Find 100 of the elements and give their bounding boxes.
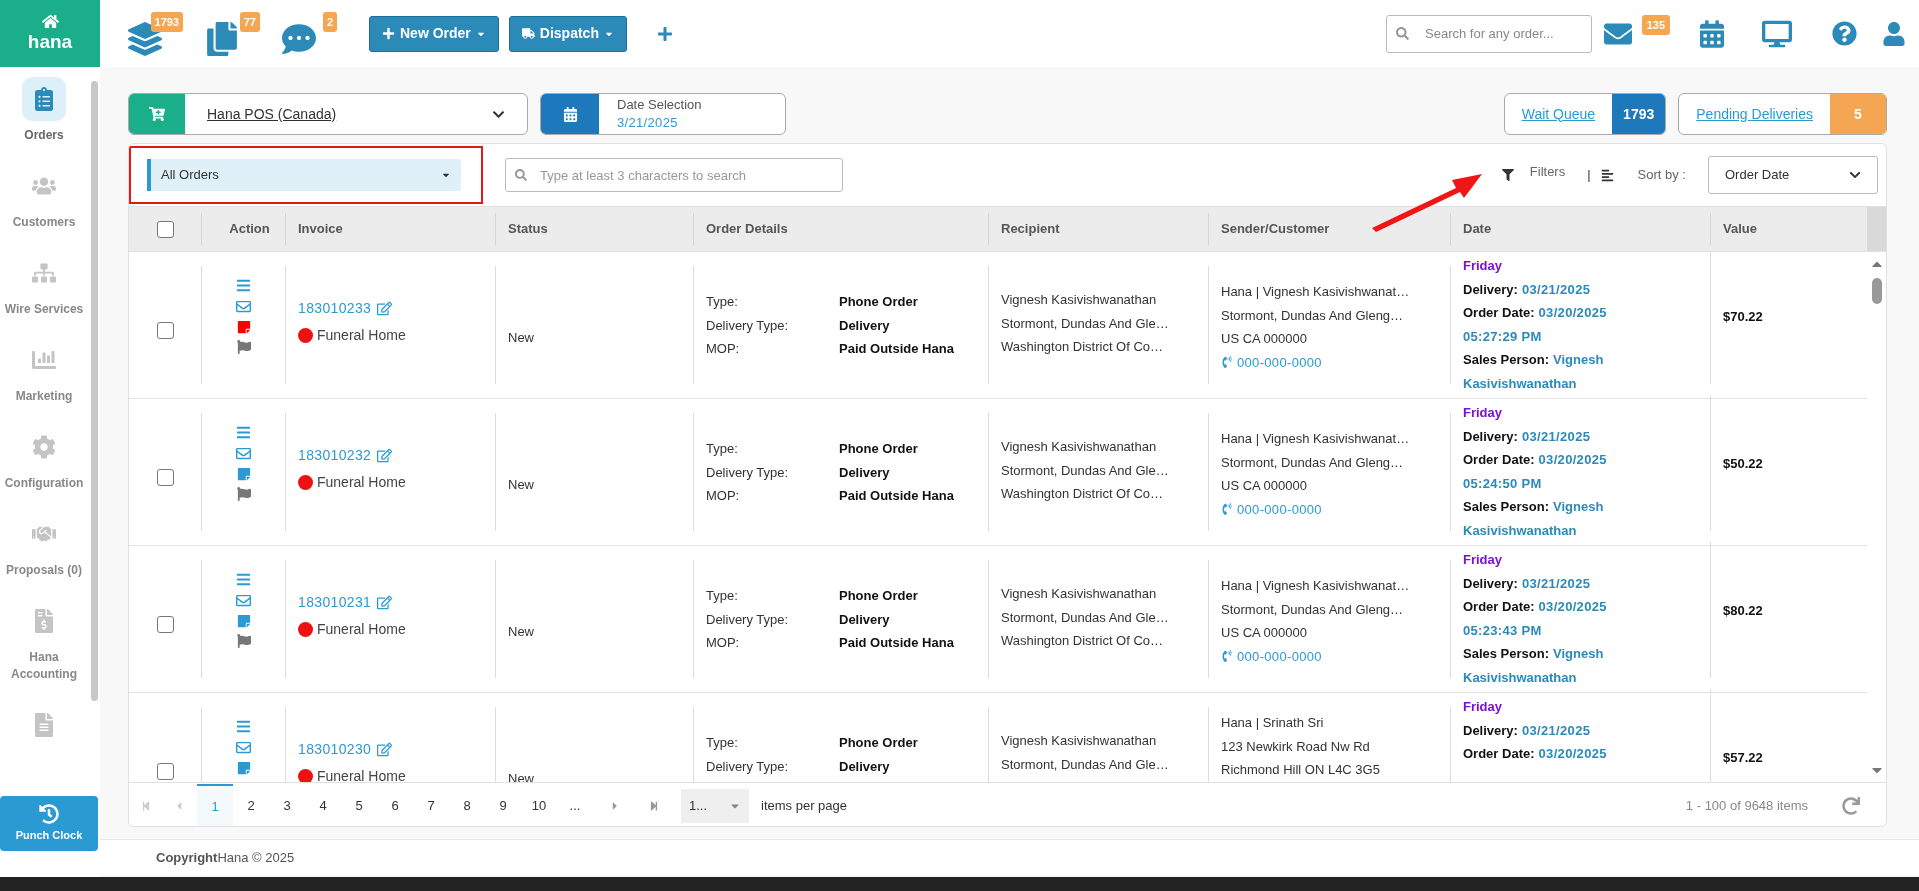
checkbox[interactable]	[156, 469, 174, 486]
column-header[interactable]: Order Details	[706, 219, 788, 239]
add-icon[interactable]	[656, 25, 673, 42]
mail-icon[interactable]	[236, 593, 251, 608]
checkbox[interactable]	[156, 322, 174, 339]
menu-icon[interactable]	[236, 425, 251, 440]
date-selector[interactable]: Date Selection 3/21/2025	[540, 93, 786, 135]
column-header[interactable]: Value	[1723, 219, 1757, 239]
scrollbar[interactable]	[91, 81, 98, 701]
flag-icon[interactable]	[236, 340, 251, 354]
chevron-icon	[1849, 169, 1861, 181]
detail-value: Phone Order	[839, 440, 918, 458]
pending-deliveries-button[interactable]: Pending Deliveries 5	[1678, 93, 1887, 135]
filter-icon[interactable]	[1501, 169, 1514, 181]
checkbox[interactable]	[156, 616, 174, 633]
user-icon[interactable]	[1883, 21, 1905, 46]
delivery-date: 03/21/2025	[1521, 721, 1591, 740]
page-button[interactable]: 4	[305, 783, 341, 826]
menu-icon[interactable]	[236, 278, 251, 293]
sender-text: US CA 000000	[1221, 624, 1308, 642]
note-icon[interactable]	[236, 320, 251, 334]
phone-link[interactable]: 000-000-0000	[1237, 499, 1322, 519]
detail-value: Phone Order	[839, 293, 918, 311]
detail-label: MOP:	[706, 487, 741, 505]
documents-icon[interactable]	[205, 21, 239, 56]
filters-label[interactable]: Filters	[1529, 162, 1566, 182]
calendar-icon[interactable]	[1700, 19, 1724, 48]
order-filter-dropdown[interactable]: All Orders	[147, 159, 461, 191]
invoice-link[interactable]: 183010231	[298, 592, 372, 613]
page-size-dropdown[interactable]: 1...	[681, 788, 749, 823]
sales-person: Vignesh	[1553, 645, 1604, 663]
column-header[interactable]: Status	[508, 219, 548, 239]
page-button[interactable]: 5	[341, 783, 377, 826]
sort-icon[interactable]	[1600, 168, 1614, 182]
invoice-link[interactable]: 183010233	[298, 298, 372, 319]
wait-queue-button[interactable]: Wait Queue 1793	[1503, 93, 1667, 135]
sort-dropdown[interactable]: Order Date	[1708, 156, 1878, 194]
plus-icon	[382, 27, 395, 40]
edit-icon[interactable]	[377, 595, 393, 610]
mail-icon[interactable]	[236, 299, 251, 314]
help-icon[interactable]	[1832, 21, 1857, 46]
first-page-icon[interactable]	[141, 800, 151, 811]
column-header[interactable]: Recipient	[1001, 219, 1060, 239]
monitor-icon[interactable]	[1762, 19, 1792, 48]
edit-icon[interactable]	[377, 742, 393, 757]
flag-icon[interactable]	[236, 487, 251, 501]
page-button[interactable]: 8	[449, 783, 485, 826]
sidebar-item[interactable]: Marketing	[1, 338, 87, 405]
toolbar-button[interactable]: New Order	[369, 15, 499, 52]
sidebar-item[interactable]: Wire Services	[1, 251, 87, 318]
scroll-thumb[interactable]	[1871, 278, 1882, 304]
note-icon[interactable]	[236, 614, 251, 628]
column-header[interactable]: Action	[229, 219, 270, 239]
checkbox[interactable]	[156, 220, 174, 238]
order-search-field[interactable]: Type at least 3 characters to search	[505, 158, 843, 192]
toolbar-button[interactable]: Dispatch	[508, 15, 627, 52]
column-header[interactable]: Sender/Customer	[1221, 219, 1330, 239]
menu-icon[interactable]	[236, 572, 251, 587]
invoice-link[interactable]: 183010232	[298, 445, 372, 466]
checkbox[interactable]	[156, 763, 174, 780]
chat-icon[interactable]	[282, 21, 316, 56]
sidebar-item[interactable]: Hana Accounting	[1, 599, 87, 683]
page-button[interactable]: 6	[377, 783, 413, 826]
recipient-text: Stormont, Dundas And Gle…	[1001, 314, 1170, 333]
last-page-icon[interactable]	[649, 800, 659, 811]
invoice-link[interactable]: 183010230	[298, 739, 372, 760]
mail-icon[interactable]	[236, 446, 251, 461]
mail-icon[interactable]	[236, 740, 251, 755]
cart-icon	[149, 106, 165, 122]
sales-person: Vignesh	[1553, 351, 1604, 369]
store-selector[interactable]: Hana POS (Canada)	[128, 93, 528, 135]
edit-icon[interactable]	[377, 448, 393, 463]
refresh-icon[interactable]	[1842, 796, 1860, 815]
page-button[interactable]: 10	[521, 783, 557, 826]
sender-text: Stormont, Dundas And Gleng…	[1221, 453, 1405, 472]
edit-icon[interactable]	[377, 301, 393, 316]
sidebar-item[interactable]: Customers	[1, 164, 87, 231]
menu-icon[interactable]	[236, 719, 251, 734]
page-button[interactable]: 2	[233, 783, 269, 826]
phone-link[interactable]: 000-000-0000	[1237, 646, 1322, 666]
phone-link[interactable]: 000-000-0000	[1237, 352, 1322, 372]
recipient-text: Vignesh Kasivishwanathan	[1001, 438, 1158, 456]
note-icon[interactable]	[236, 761, 251, 775]
detail-value: Phone Order	[839, 587, 918, 605]
page-button[interactable]: 7	[413, 783, 449, 826]
sidebar-item[interactable]: Proposals (0)	[1, 512, 87, 579]
flag-icon[interactable]	[236, 634, 251, 648]
sidebar-label: Proposals (0)	[6, 562, 82, 579]
sales-person-label: Sales Person:	[1463, 645, 1549, 663]
sidebar-item[interactable]: Configuration	[1, 425, 87, 492]
page-button[interactable]: 3	[269, 783, 305, 826]
note-icon[interactable]	[236, 467, 251, 481]
search-field[interactable]: Search for any order...	[1386, 14, 1592, 53]
page-button[interactable]: ...	[557, 783, 593, 826]
page-button[interactable]: 9	[485, 783, 521, 826]
sidebar-item[interactable]: Orders	[1, 77, 87, 144]
count-badge: 77	[239, 11, 260, 32]
store-name: Hana POS (Canada)	[207, 104, 338, 124]
column-header[interactable]: Date	[1463, 219, 1492, 239]
column-header[interactable]: Invoice	[298, 219, 343, 239]
